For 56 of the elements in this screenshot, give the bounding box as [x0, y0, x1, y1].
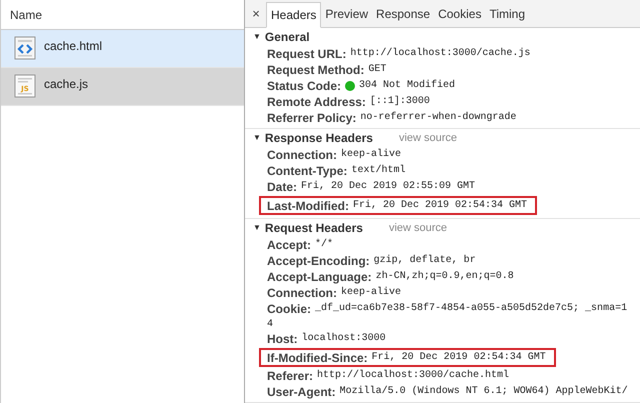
header-value: GET — [368, 63, 386, 77]
header-value: zh-CN,zh;q=0.9,en;q=0.8 — [376, 270, 514, 284]
file-name: cache.js — [44, 76, 88, 93]
view-source-link[interactable]: view source — [388, 220, 448, 236]
header-value: localhost:3000 — [302, 332, 386, 346]
header-value: keep-alive — [341, 286, 402, 300]
tab[interactable]: Preview — [321, 1, 372, 27]
header-name: Connection: — [267, 148, 337, 162]
header-value: [::1]:3000 — [370, 95, 430, 109]
header-name: Remote Address: — [267, 95, 366, 109]
header-value: 304 Not Modified — [359, 79, 456, 93]
header-name: Date: — [267, 180, 298, 194]
header-name: Content-Type: — [267, 164, 348, 178]
expand-arrow-icon: ▼ — [253, 132, 261, 144]
header-name: If-Modified-Since: — [267, 350, 368, 364]
header-name: Request URL: — [267, 47, 346, 61]
column-header: Name — [10, 6, 42, 24]
header-value: Fri, 20 Dec 2019 02:55:09 GMT — [301, 180, 476, 194]
tab[interactable]: Headers — [266, 2, 322, 28]
header-value: http://localhost:3000/cache.js — [350, 47, 530, 61]
expand-arrow-icon: ▼ — [253, 31, 261, 43]
header-name: User-Agent: — [267, 385, 336, 399]
header-name: Status Code: — [267, 79, 342, 93]
header-name: Cookie: — [267, 302, 312, 316]
header-name: Request Method: — [267, 63, 364, 77]
header-value: text/html — [351, 164, 406, 178]
section-header[interactable]: ▼ Response Headers — [253, 129, 373, 147]
header-name: Accept-Language: — [267, 270, 372, 284]
expand-arrow-icon: ▼ — [253, 222, 261, 234]
header-name: Last-Modified: — [267, 198, 349, 212]
header-name: Referer: — [267, 369, 314, 383]
header-value: 4 — [267, 318, 274, 332]
header-value: gzip, deflate, br — [374, 254, 476, 268]
header-name: Accept-Encoding: — [267, 254, 370, 268]
header-value: */* — [315, 238, 334, 252]
header-value: keep-alive — [341, 148, 402, 162]
header-value: _df_ud=ca6b7e38-58f7-4854-a055-a505d52de7c5; _snma=1 — [315, 302, 628, 316]
header-value: http://localhost:3000/cache.html — [317, 369, 510, 383]
file-name: cache.html — [44, 38, 102, 55]
header-name: Host: — [267, 332, 298, 346]
header-value: Mozilla/5.0 (Windows NT 6.1; WOW64) AppleWebKit/ — [340, 385, 628, 399]
header-value: Fri, 20 Dec 2019 02:54:34 GMT — [372, 350, 546, 364]
header-name: Connection: — [267, 286, 337, 300]
tab[interactable]: Cookies — [434, 1, 486, 27]
close-button[interactable]: × — [249, 1, 263, 27]
header-name: Referrer Policy: — [267, 111, 356, 125]
tab[interactable]: Response — [372, 1, 434, 27]
view-source-link[interactable]: view source — [398, 130, 458, 146]
tab[interactable]: Timing — [485, 1, 530, 27]
header-value: no-referrer-when-downgrade — [360, 111, 516, 125]
section-header[interactable]: ▼ General — [253, 28, 310, 46]
request-row[interactable]: cache.html — [1, 30, 244, 68]
section-header[interactable]: ▼ Request Headers — [253, 219, 363, 237]
header-value: Fri, 20 Dec 2019 02:54:34 GMT — [353, 198, 528, 212]
header-name: Accept: — [267, 238, 312, 252]
html-file-icon — [14, 36, 36, 60]
